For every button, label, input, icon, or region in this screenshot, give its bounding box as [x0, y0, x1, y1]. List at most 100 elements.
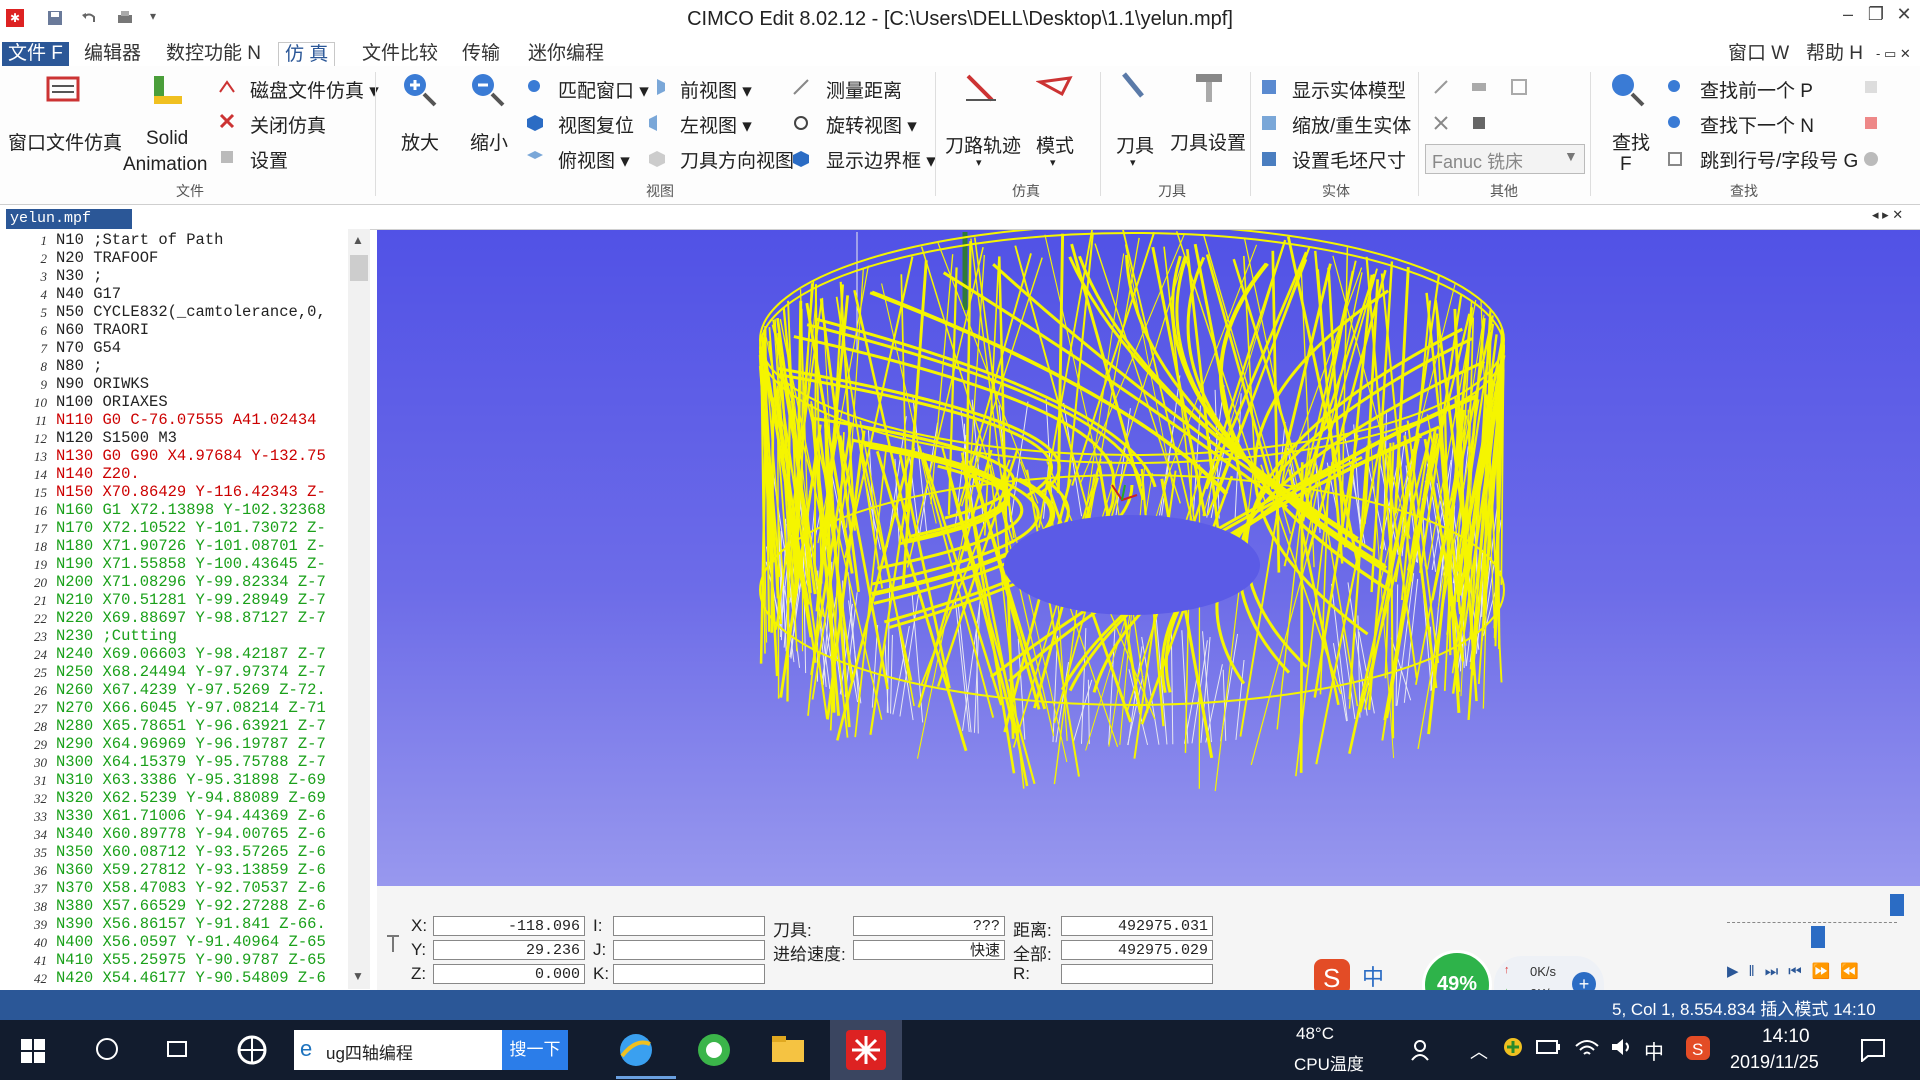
- sim-speed-slider-handle[interactable]: [1811, 926, 1825, 948]
- rotate-view-button[interactable]: 旋转视图 ▾: [826, 111, 917, 138]
- fit-window-button[interactable]: 匹配窗口 ▾: [558, 76, 649, 103]
- window-file-sim-button[interactable]: 窗口文件仿真: [8, 128, 122, 155]
- tray-expand-icon[interactable]: ︿: [1470, 1038, 1488, 1064]
- set-stock-size-button[interactable]: 设置毛坯尺寸: [1292, 146, 1406, 173]
- measure-distance-button[interactable]: 测量距离: [826, 76, 902, 103]
- editor-scrollbar[interactable]: ▲ ▼: [348, 229, 370, 989]
- front-view-button[interactable]: 前视图 ▾: [680, 76, 752, 103]
- solid-animation-icon[interactable]: [148, 72, 186, 110]
- code-line[interactable]: N140 Z20.: [56, 465, 140, 483]
- code-line[interactable]: N390 X56.86157 Y-91.841 Z-66.: [56, 915, 326, 933]
- animation-label[interactable]: Animation: [123, 154, 208, 176]
- tool-button[interactable]: 刀具: [1116, 131, 1154, 158]
- other-tool-1-icon[interactable]: [1432, 78, 1450, 96]
- file-explorer-icon[interactable]: [768, 1030, 808, 1076]
- code-line[interactable]: N220 X69.88697 Y-98.87127 Z-7: [56, 609, 326, 627]
- menu-editor[interactable]: 编辑器: [78, 42, 147, 66]
- code-line[interactable]: N410 X55.25975 Y-90.9787 Z-65: [56, 951, 326, 969]
- code-line[interactable]: N110 G0 C-76.07555 A41.02434: [56, 411, 316, 429]
- code-line[interactable]: N240 X69.06603 Y-98.42187 Z-7: [56, 645, 326, 663]
- windows-start-icon[interactable]: [20, 1038, 46, 1070]
- code-line[interactable]: N260 X67.4239 Y-97.5269 Z-72.: [56, 681, 326, 699]
- find-previous-button[interactable]: 查找前一个 P: [1700, 76, 1813, 103]
- battery-icon[interactable]: [1536, 1038, 1562, 1062]
- simulation-viewport[interactable]: [377, 230, 1920, 886]
- close-button[interactable]: ✕: [1890, 4, 1918, 25]
- ime-mode[interactable]: 中: [1362, 960, 1384, 992]
- menu-window[interactable]: 窗口 W: [1722, 42, 1795, 66]
- toolpath-icon[interactable]: [962, 70, 1000, 108]
- tray-app-icon[interactable]: [1502, 1036, 1524, 1064]
- menu-mini-programming[interactable]: 迷你编程: [522, 42, 610, 66]
- tool-icon[interactable]: [1116, 70, 1154, 108]
- code-line[interactable]: N20 TRAFOOF: [56, 249, 158, 267]
- code-line[interactable]: N320 X62.5239 Y-94.88089 Z-69: [56, 789, 326, 807]
- disk-file-sim-button[interactable]: 磁盘文件仿真 ▾: [250, 76, 379, 103]
- code-line[interactable]: N290 X64.96969 Y-96.19787 Z-7: [56, 735, 326, 753]
- code-line[interactable]: N280 X65.78651 Y-96.63921 Z-7: [56, 717, 326, 735]
- toolpath-button[interactable]: 刀路轨迹: [945, 131, 1021, 158]
- code-line[interactable]: N230 ;Cutting: [56, 627, 177, 645]
- tab-scroll-controls[interactable]: ◂ ▸ ✕: [1872, 207, 1903, 223]
- mode-dropdown-icon[interactable]: ▾: [1050, 156, 1056, 169]
- input-language[interactable]: 中: [1644, 1036, 1664, 1065]
- find-button[interactable]: 查找: [1612, 128, 1650, 155]
- show-solid-model-button[interactable]: 显示实体模型: [1292, 76, 1406, 103]
- document-tab[interactable]: yelun.mpf: [6, 209, 132, 229]
- tool-settings-icon[interactable]: [1190, 70, 1228, 108]
- taskbar-app-browser-icon[interactable]: [616, 1030, 676, 1079]
- solid-label[interactable]: Solid: [146, 128, 188, 150]
- zoom-in-button[interactable]: 放大: [401, 128, 439, 155]
- top-view-button[interactable]: 俯视图 ▾: [558, 146, 630, 173]
- code-line[interactable]: N350 X60.08712 Y-93.57265 Z-6: [56, 843, 326, 861]
- scroll-down-icon[interactable]: ▼: [352, 969, 364, 983]
- playback-controls[interactable]: ▶‖⏭⏮⏩⏪: [1727, 962, 1869, 980]
- zoom-out-button[interactable]: 缩小: [470, 128, 508, 155]
- tool-dropdown-icon[interactable]: ▾: [1130, 156, 1136, 169]
- ribbon-window-controls[interactable]: - ▭ ✕: [1870, 42, 1917, 66]
- code-line[interactable]: N360 X59.27812 Y-93.13859 Z-6: [56, 861, 326, 879]
- code-editor[interactable]: 1N10 ;Start of Path2N20 TRAFOOF3N30 ;4N4…: [0, 229, 348, 989]
- code-line[interactable]: N50 CYCLE832(_camtolerance,0,: [56, 303, 326, 321]
- code-line[interactable]: N10 ;Start of Path: [56, 231, 223, 249]
- code-line[interactable]: N340 X60.89778 Y-94.00765 Z-6: [56, 825, 326, 843]
- code-line[interactable]: N180 X71.90726 Y-101.08701 Z-: [56, 537, 326, 555]
- cortana-icon[interactable]: [94, 1036, 120, 1068]
- find-extra-2-icon[interactable]: [1862, 114, 1880, 132]
- code-line[interactable]: N310 X63.3386 Y-95.31898 Z-69: [56, 771, 326, 789]
- zoom-in-icon[interactable]: [400, 70, 438, 108]
- code-line[interactable]: N370 X58.47083 Y-92.70537 Z-6: [56, 879, 326, 897]
- zoom-regen-solid-button[interactable]: 缩放/重生实体: [1292, 111, 1411, 138]
- clock-date[interactable]: 2019/11/25: [1730, 1052, 1819, 1073]
- code-line[interactable]: N300 X64.15379 Y-95.75788 Z-7: [56, 753, 326, 771]
- code-line[interactable]: N30 ;: [56, 267, 103, 285]
- find-extra-1-icon[interactable]: [1862, 78, 1880, 96]
- tool-direction-view-button[interactable]: 刀具方向视图: [680, 146, 794, 173]
- find-icon[interactable]: [1608, 70, 1646, 108]
- wifi-icon[interactable]: [1574, 1036, 1600, 1064]
- machine-select[interactable]: Fanuc 铣床 ▼: [1425, 144, 1585, 174]
- minimize-button[interactable]: –: [1834, 4, 1862, 25]
- code-line[interactable]: N80 ;: [56, 357, 103, 375]
- code-line[interactable]: N150 X70.86429 Y-116.42343 Z-: [56, 483, 326, 501]
- taskbar-cimco-app[interactable]: [830, 1020, 902, 1080]
- code-line[interactable]: N270 X66.6045 Y-97.08214 Z-71: [56, 699, 326, 717]
- code-line[interactable]: N210 X70.51281 Y-99.28949 Z-7: [56, 591, 326, 609]
- restore-button[interactable]: ❐: [1862, 4, 1890, 25]
- code-line[interactable]: N400 X56.0597 Y-91.40964 Z-65: [56, 933, 326, 951]
- left-view-button[interactable]: 左视图 ▾: [680, 111, 752, 138]
- code-line[interactable]: N250 X68.24494 Y-97.97374 Z-7: [56, 663, 326, 681]
- reset-view-button[interactable]: 视图复位: [558, 111, 634, 138]
- editor-scroll-thumb[interactable]: [350, 255, 368, 281]
- code-line[interactable]: N40 G17: [56, 285, 121, 303]
- taskbar-app-green-icon[interactable]: [694, 1030, 734, 1076]
- other-tool-3-icon[interactable]: [1510, 78, 1528, 96]
- code-line[interactable]: N190 X71.55858 Y-100.43645 Z-: [56, 555, 326, 573]
- mode-icon[interactable]: [1036, 70, 1074, 108]
- code-line[interactable]: N160 G1 X72.13898 Y-102.32368: [56, 501, 326, 519]
- volume-icon[interactable]: [1610, 1036, 1636, 1064]
- menu-nc-functions[interactable]: 数控功能 N: [160, 42, 267, 66]
- task-view-icon[interactable]: [166, 1038, 192, 1068]
- other-tool-5-icon[interactable]: [1470, 114, 1488, 132]
- search-go-button[interactable]: 搜一下: [502, 1030, 568, 1070]
